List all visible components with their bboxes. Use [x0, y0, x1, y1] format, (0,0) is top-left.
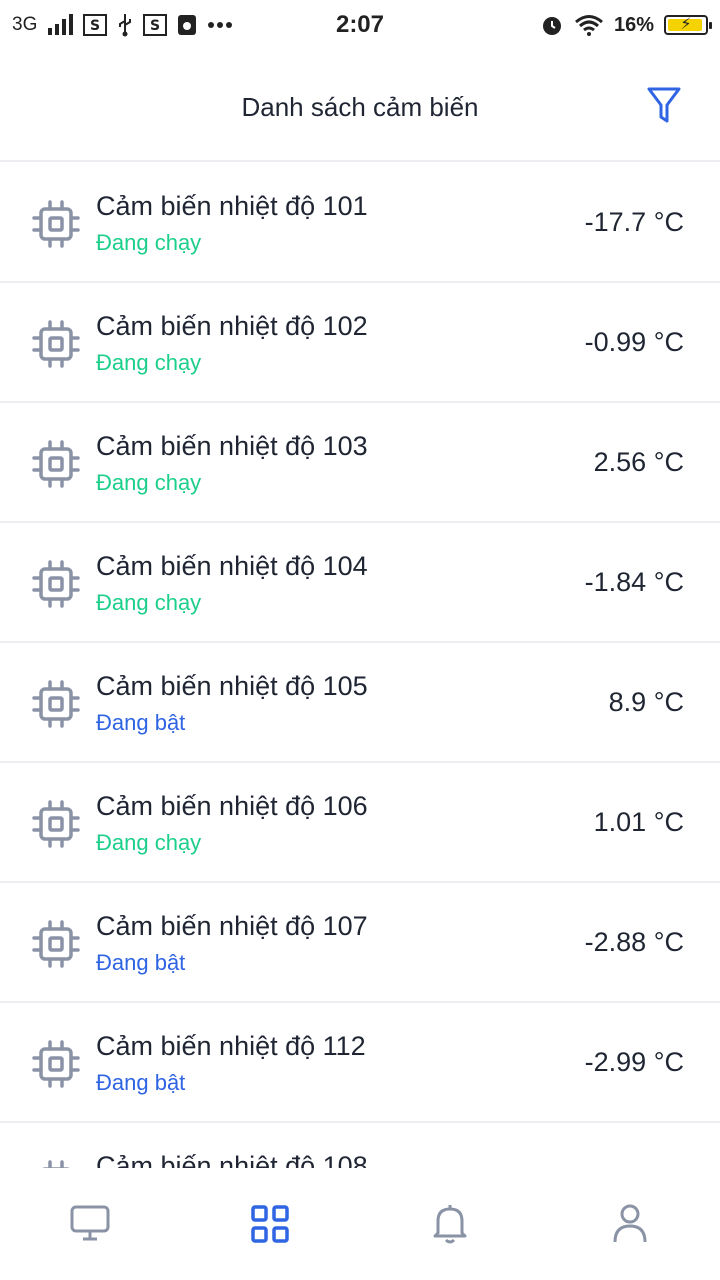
sensor-value: 1.01 °C [593, 807, 684, 837]
monitor-icon [70, 1205, 110, 1241]
sensor-value: -17.7 °C [584, 207, 684, 237]
sensor-row[interactable]: Cảm biến nhiệt độ 108 [0, 1123, 720, 1168]
sensor-status: Đang bật [96, 1070, 186, 1095]
sensor-status: Đang chạy [96, 590, 202, 615]
chip-icon [32, 920, 80, 968]
status-bar: 3G S S 2:07 16% ⚡ [0, 0, 720, 50]
user-icon [613, 1204, 647, 1243]
sensor-name: Cảm biến nhiệt độ 107 [96, 911, 368, 941]
sensor-row[interactable]: Cảm biến nhiệt độ 103 Đang chạy 2.56 °C [0, 403, 720, 523]
sensor-status: Đang chạy [96, 470, 202, 495]
sensor-row[interactable]: Cảm biến nhiệt độ 104 Đang chạy -1.84 °C [0, 523, 720, 643]
sensor-name: Cảm biến nhiệt độ 108 [96, 1151, 368, 1168]
bell-icon [433, 1205, 467, 1244]
chip-icon [32, 560, 80, 608]
chip-icon [32, 200, 80, 248]
sensor-list[interactable]: Cảm biến nhiệt độ 101 Đang chạy -17.7 °C C… [0, 163, 720, 1168]
sensor-value: 8.9 °C [608, 687, 684, 717]
sensor-row[interactable]: Cảm biến nhiệt độ 112 Đang bật -2.99 °C [0, 1003, 720, 1123]
sensor-status: Đang bật [96, 950, 186, 975]
nav-devices[interactable] [225, 1179, 315, 1269]
sensor-name: Cảm biến nhiệt độ 106 [96, 791, 368, 821]
filter-button[interactable] [644, 86, 684, 126]
sensor-status: Đang chạy [96, 830, 202, 855]
sensor-name: Cảm biến nhiệt độ 104 [96, 551, 368, 581]
chip-icon [32, 440, 80, 488]
nav-notifications[interactable] [405, 1179, 495, 1269]
app-header: Danh sách cảm biến [0, 50, 720, 162]
sensor-name: Cảm biến nhiệt độ 101 [96, 191, 368, 221]
sensor-row[interactable]: Cảm biến nhiệt độ 101 Đang chạy -17.7 °C [0, 163, 720, 283]
nav-profile[interactable] [585, 1179, 675, 1269]
grid-icon [251, 1205, 289, 1243]
sensor-status: Đang chạy [96, 350, 202, 375]
battery-charging-icon: ⚡ [664, 15, 712, 35]
chip-icon [32, 800, 80, 848]
sensor-name: Cảm biến nhiệt độ 102 [96, 311, 368, 341]
sensor-name: Cảm biến nhiệt độ 103 [96, 431, 368, 461]
chip-icon [32, 1160, 80, 1168]
chip-icon [32, 1040, 80, 1088]
status-time: 2:07 [335, 11, 385, 38]
sensor-row[interactable]: Cảm biến nhiệt độ 105 Đang bật 8.9 °C [0, 643, 720, 763]
sensor-value: -0.99 °C [584, 327, 684, 357]
chip-icon [32, 680, 80, 728]
sensor-name: Cảm biến nhiệt độ 112 [96, 1031, 366, 1061]
bottom-nav [0, 1168, 720, 1280]
page-title: Danh sách cảm biến [241, 92, 479, 122]
sensor-row[interactable]: Cảm biến nhiệt độ 106 Đang chạy 1.01 °C [0, 763, 720, 883]
sensor-status: Đang chạy [96, 230, 202, 255]
sensor-status: Đang bật [96, 710, 186, 735]
sensor-value: -2.99 °C [584, 1047, 684, 1077]
sensor-value: 2.56 °C [593, 447, 684, 477]
sensor-row[interactable]: Cảm biến nhiệt độ 102 Đang chạy -0.99 °C [0, 283, 720, 403]
sensor-value: -2.88 °C [584, 927, 684, 957]
chip-icon [32, 320, 80, 368]
sensor-name: Cảm biến nhiệt độ 105 [96, 671, 368, 701]
nav-monitor[interactable] [45, 1179, 135, 1269]
sensor-row[interactable]: Cảm biến nhiệt độ 107 Đang bật -2.88 °C [0, 883, 720, 1003]
filter-icon [647, 87, 681, 123]
sensor-value: -1.84 °C [584, 567, 684, 597]
